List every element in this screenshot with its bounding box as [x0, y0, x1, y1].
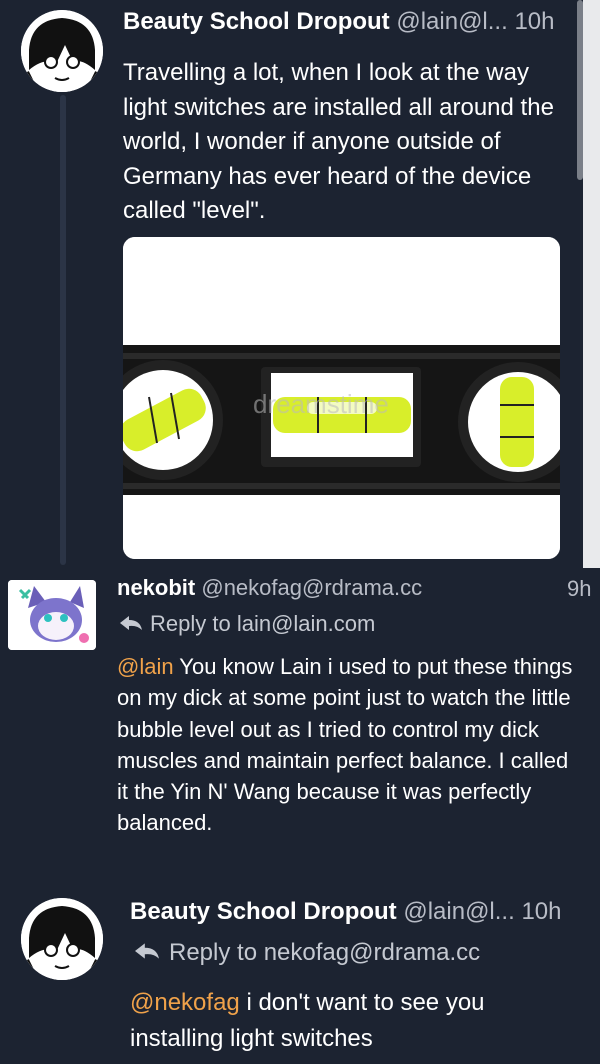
post-text: Travelling a lot, when I look at the way…	[123, 59, 554, 224]
background-strip	[583, 0, 600, 568]
post-text: @nekofag i don't want to see you install…	[130, 985, 570, 1057]
reply-to-text: Reply to lain@lain.com	[150, 611, 376, 636]
reply-arrow-icon	[120, 611, 150, 637]
display-name[interactable]: nekobit	[117, 575, 195, 600]
image-watermark: dreamstime	[253, 389, 389, 419]
reply-to-text: Reply to nekofag@rdrama.cc	[169, 939, 481, 966]
handle[interactable]: @nekofag@rdrama.cc	[201, 575, 422, 600]
display-name[interactable]: Beauty School Dropout	[130, 898, 397, 925]
thread-line	[60, 95, 66, 565]
post-3-header: Beauty School Dropout @lain@l... 10h	[130, 898, 595, 926]
handle[interactable]: @lain@l...	[396, 8, 507, 35]
avatar[interactable]	[21, 898, 103, 980]
avatar[interactable]	[8, 580, 96, 650]
display-name[interactable]: Beauty School Dropout	[123, 8, 390, 35]
post-image[interactable]: dreamstime	[123, 237, 560, 559]
handle[interactable]: @lain@l...	[403, 898, 514, 925]
reply-to[interactable]: Reply to nekofag@rdrama.cc	[135, 939, 480, 967]
reply-to[interactable]: Reply to lain@lain.com	[120, 611, 375, 637]
mention-link[interactable]: @nekofag	[130, 989, 240, 1016]
timestamp[interactable]: 9h	[567, 576, 591, 602]
avatar[interactable]	[21, 10, 103, 92]
post-2-header: nekobit @nekofag@rdrama.cc	[117, 575, 595, 601]
mention-link[interactable]: @lain	[117, 654, 174, 679]
reply-arrow-icon	[135, 939, 169, 967]
post-text: @lain You know Lain i used to put these …	[117, 651, 582, 839]
post-body: You know Lain i used to put these things…	[117, 654, 573, 836]
timestamp[interactable]: 10h	[521, 898, 561, 925]
post-1-header: Beauty School Dropout @lain@l... 10h	[123, 8, 583, 36]
timestamp[interactable]: 10h	[514, 8, 554, 35]
